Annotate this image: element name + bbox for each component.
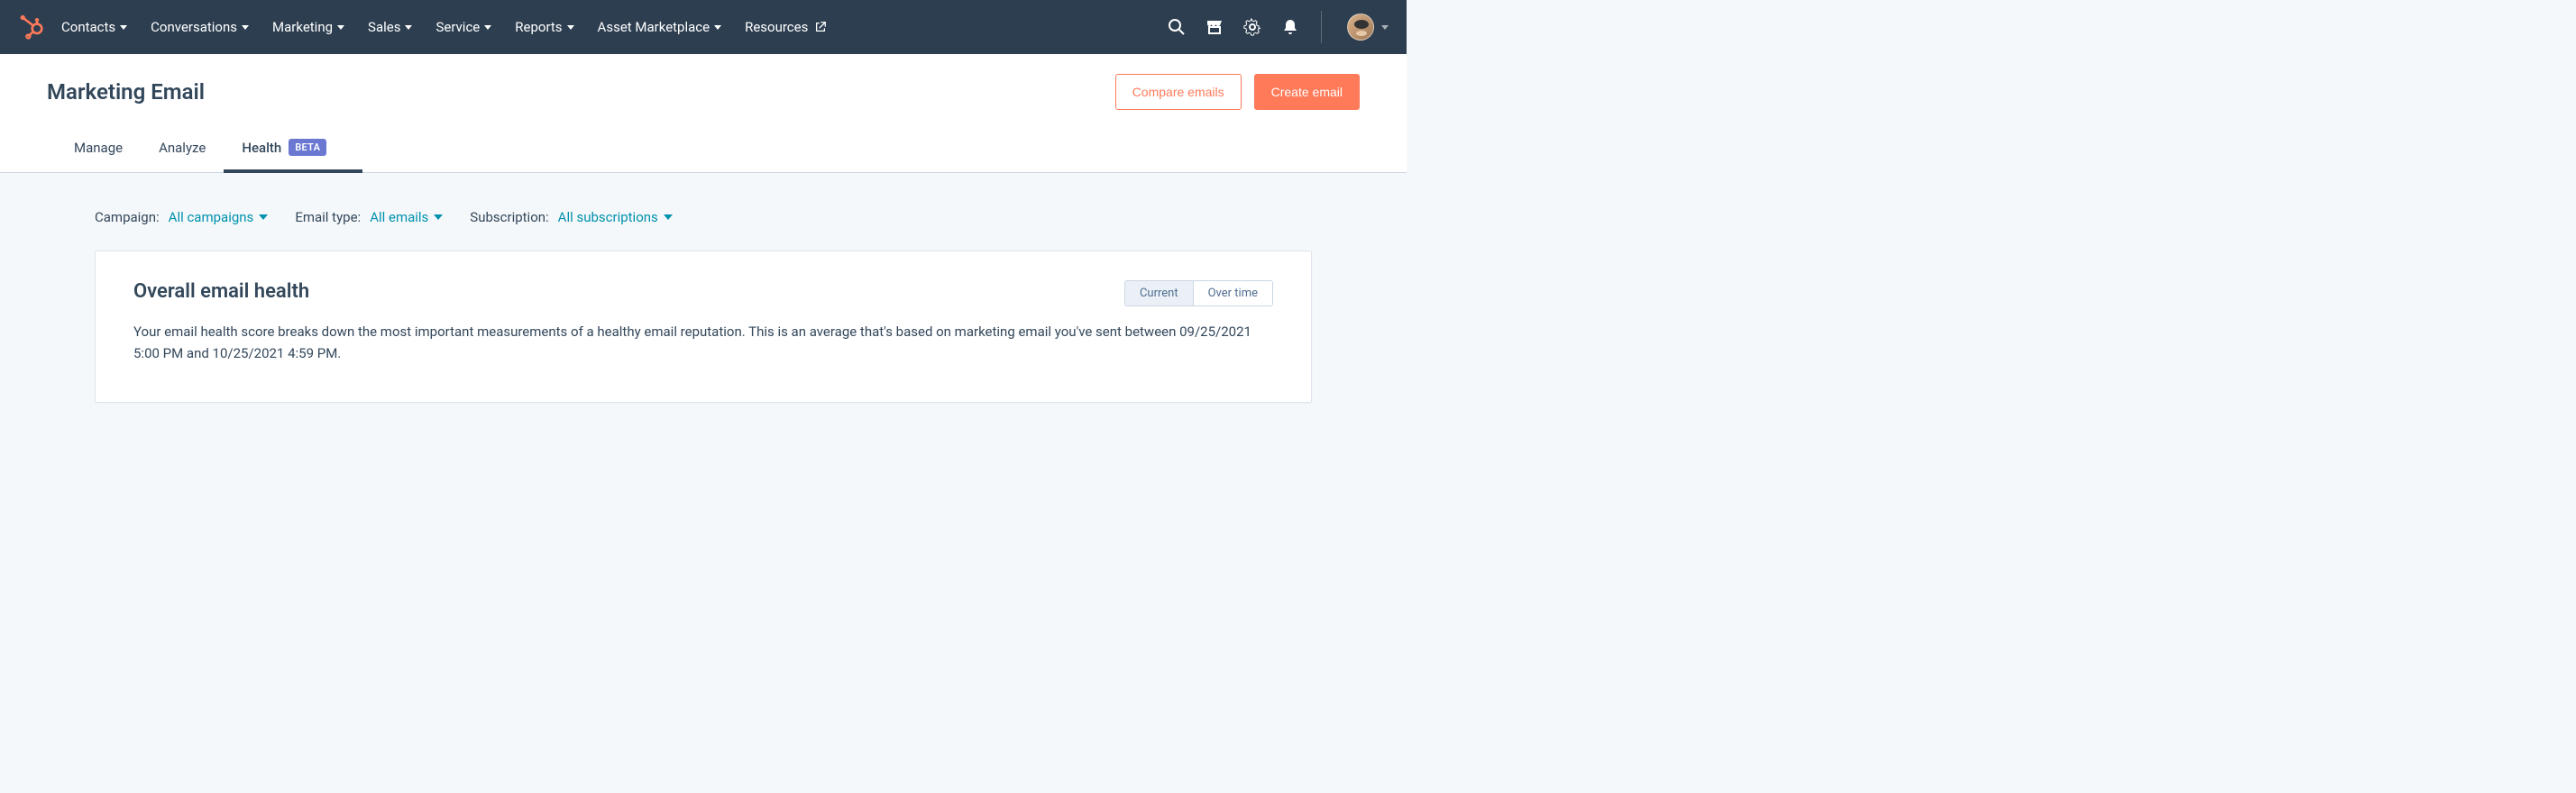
tab-analyze[interactable]: Analyze (159, 128, 206, 172)
caret-down-icon (664, 214, 673, 220)
nav-marketing[interactable]: Marketing (272, 19, 344, 35)
overall-email-health-panel: Overall email health Current Over time Y… (95, 251, 1312, 403)
filter-value-text: All emails (370, 209, 428, 225)
nav-label: Resources (745, 19, 808, 35)
filter-campaign-dropdown[interactable]: All campaigns (169, 209, 269, 225)
panel-header: Overall email health Current Over time (133, 280, 1273, 306)
hubspot-logo[interactable] (18, 14, 43, 40)
filter-email-type: Email type: All emails (295, 209, 443, 225)
tab-health[interactable]: Health BETA (242, 128, 326, 172)
segmented-over-time[interactable]: Over time (1193, 281, 1272, 305)
tab-manage[interactable]: Manage (74, 128, 123, 172)
account-menu[interactable] (1347, 14, 1389, 41)
filter-value-text: All subscriptions (558, 209, 658, 225)
nav-right (1168, 11, 1389, 43)
nav-label: Asset Marketplace (598, 19, 710, 35)
chevron-down-icon (337, 25, 344, 30)
nav-asset-marketplace[interactable]: Asset Marketplace (598, 19, 722, 35)
segmented-current[interactable]: Current (1125, 281, 1193, 305)
nav-sales[interactable]: Sales (368, 19, 412, 35)
nav-resources[interactable]: Resources (745, 19, 827, 35)
nav-reports[interactable]: Reports (515, 19, 573, 35)
nav-label: Contacts (61, 19, 115, 35)
notifications-bell-icon[interactable] (1281, 18, 1299, 36)
settings-gear-icon[interactable] (1243, 18, 1261, 36)
beta-badge: BETA (289, 139, 326, 156)
content-area: Campaign: All campaigns Email type: All … (0, 173, 1407, 403)
search-icon[interactable] (1168, 18, 1186, 36)
nav-label: Marketing (272, 19, 333, 35)
chevron-down-icon (1381, 25, 1389, 30)
caret-down-icon (259, 214, 268, 220)
compare-emails-button[interactable]: Compare emails (1115, 74, 1242, 110)
create-email-button[interactable]: Create email (1254, 74, 1360, 110)
chevron-down-icon (484, 25, 491, 30)
top-navigation: Contacts Conversations Marketing Sales S… (0, 0, 1407, 54)
avatar (1347, 14, 1374, 41)
panel-description: Your email health score breaks down the … (133, 321, 1260, 364)
filter-label: Email type: (295, 209, 361, 225)
time-range-segmented: Current Over time (1124, 280, 1273, 306)
page-title: Marketing Email (47, 79, 205, 105)
header-row: Marketing Email Compare emails Create em… (47, 74, 1360, 110)
chevron-down-icon (714, 25, 721, 30)
filter-subscription: Subscription: All subscriptions (470, 209, 673, 225)
nav-label: Service (435, 19, 480, 35)
chevron-down-icon (405, 25, 412, 30)
panel-title: Overall email health (133, 280, 309, 303)
divider (1321, 11, 1322, 43)
nav-menu: Contacts Conversations Marketing Sales S… (61, 19, 1168, 35)
nav-label: Reports (515, 19, 562, 35)
nav-conversations[interactable]: Conversations (151, 19, 249, 35)
nav-label: Conversations (151, 19, 237, 35)
filter-value-text: All campaigns (169, 209, 254, 225)
filter-row: Campaign: All campaigns Email type: All … (95, 209, 1312, 225)
caret-down-icon (434, 214, 443, 220)
header-actions: Compare emails Create email (1115, 74, 1360, 110)
nav-label: Sales (368, 19, 400, 35)
filter-email-type-dropdown[interactable]: All emails (370, 209, 443, 225)
page-header: Marketing Email Compare emails Create em… (0, 54, 1407, 173)
nav-service[interactable]: Service (435, 19, 491, 35)
filter-campaign: Campaign: All campaigns (95, 209, 268, 225)
tabs: Manage Analyze Health BETA (47, 128, 1360, 172)
tab-label: Health (242, 140, 281, 156)
chevron-down-icon (567, 25, 574, 30)
filter-subscription-dropdown[interactable]: All subscriptions (558, 209, 673, 225)
external-link-icon (814, 21, 827, 33)
nav-contacts[interactable]: Contacts (61, 19, 127, 35)
marketplace-icon[interactable] (1205, 18, 1224, 36)
filter-label: Subscription: (470, 209, 548, 225)
filter-label: Campaign: (95, 209, 160, 225)
chevron-down-icon (242, 25, 249, 30)
chevron-down-icon (120, 25, 127, 30)
